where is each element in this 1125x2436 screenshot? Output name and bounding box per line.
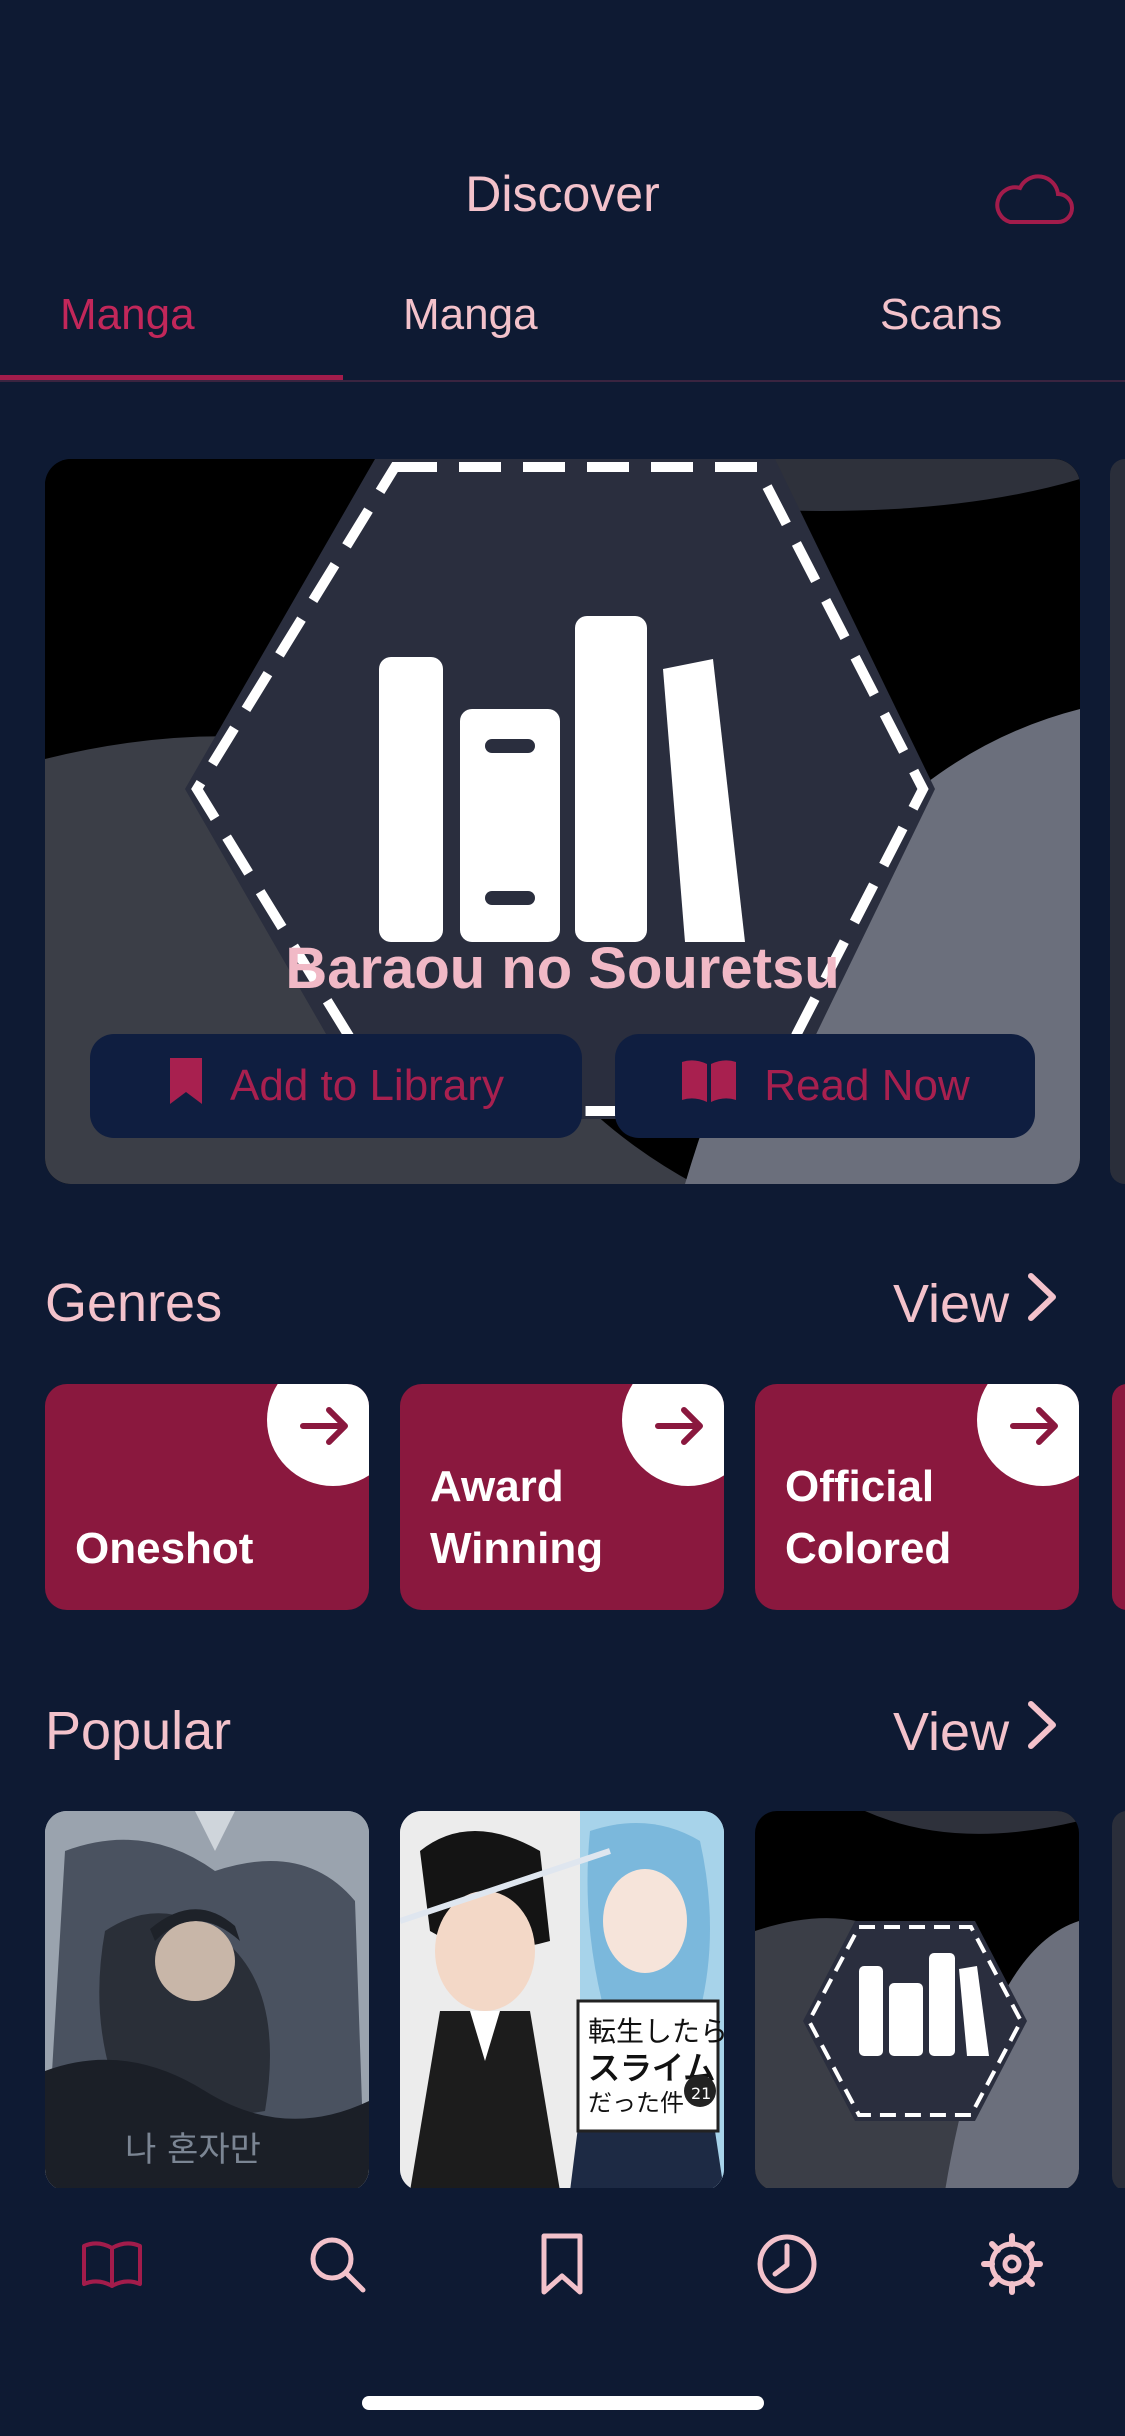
bookmark-icon (168, 1056, 204, 1117)
add-to-library-button[interactable]: Add to Library (90, 1034, 582, 1138)
history-icon[interactable] (755, 2232, 819, 2296)
genres-view-label: View (893, 1273, 1010, 1334)
tab-divider (0, 380, 1125, 382)
page-title: Discover (465, 166, 660, 222)
chevron-right-icon (1027, 1700, 1057, 1763)
chevron-right-icon (1027, 1272, 1057, 1335)
genre-label: Award Winning (430, 1462, 604, 1573)
tab-manga-1[interactable]: Manga (60, 290, 195, 340)
manga-cover-art: 転生したら スライム だった件 21 (400, 1811, 724, 2191)
popular-view-label: View (893, 1701, 1010, 1762)
settings-icon[interactable] (980, 2232, 1044, 2296)
svg-text:나 혼자만: 나 혼자만 (125, 2130, 261, 2170)
genre-label: Official Colored (785, 1462, 952, 1573)
popular-title: Popular (45, 1701, 232, 1761)
arrow-right-icon (1009, 1406, 1061, 1451)
genre-card-oneshot[interactable]: Oneshot (45, 1384, 369, 1610)
popular-cover-1[interactable]: 나 혼자만 (45, 1811, 369, 2191)
next-popular-cover[interactable] (1112, 1811, 1125, 2191)
genre-label: Oneshot (75, 1524, 254, 1573)
arrow-right-icon (299, 1406, 351, 1451)
cloud-icon[interactable] (992, 168, 1074, 228)
open-book-icon (680, 1058, 738, 1115)
genre-card-official-colored[interactable]: Official Colored (755, 1384, 1079, 1610)
add-to-library-label: Add to Library (230, 1061, 504, 1110)
placeholder-artwork (755, 1811, 1079, 2191)
home-indicator[interactable] (362, 2396, 764, 2410)
popular-cover-3[interactable] (755, 1811, 1079, 2191)
popular-view-button[interactable]: View (893, 1700, 1057, 1763)
tab-manga-2[interactable]: Manga (403, 290, 538, 340)
bookmark-icon[interactable] (530, 2232, 594, 2296)
tab-bar: Manga Manga Scans (0, 290, 1125, 380)
next-featured-card[interactable] (1110, 459, 1125, 1184)
book-icon[interactable] (80, 2232, 144, 2296)
manga-cover-art: 나 혼자만 (45, 1811, 369, 2191)
next-genre-card[interactable] (1112, 1384, 1125, 1610)
svg-text:21: 21 (691, 2084, 711, 2103)
genres-title: Genres (45, 1273, 223, 1333)
arrow-right-icon (654, 1406, 706, 1451)
tab-scans[interactable]: Scans (880, 290, 1002, 340)
search-icon[interactable] (305, 2232, 369, 2296)
popular-cover-2[interactable]: 転生したら スライム だった件 21 (400, 1811, 724, 2191)
read-now-button[interactable]: Read Now (615, 1034, 1035, 1138)
genre-card-award-winning[interactable]: Award Winning (400, 1384, 724, 1610)
svg-text:転生したら: 転生したら (588, 2015, 724, 2048)
svg-text:だった件: だった件 (588, 2089, 684, 2117)
genres-view-button[interactable]: View (893, 1272, 1057, 1335)
featured-title: Baraou no Souretsu (285, 936, 840, 1001)
read-now-label: Read Now (764, 1061, 970, 1110)
